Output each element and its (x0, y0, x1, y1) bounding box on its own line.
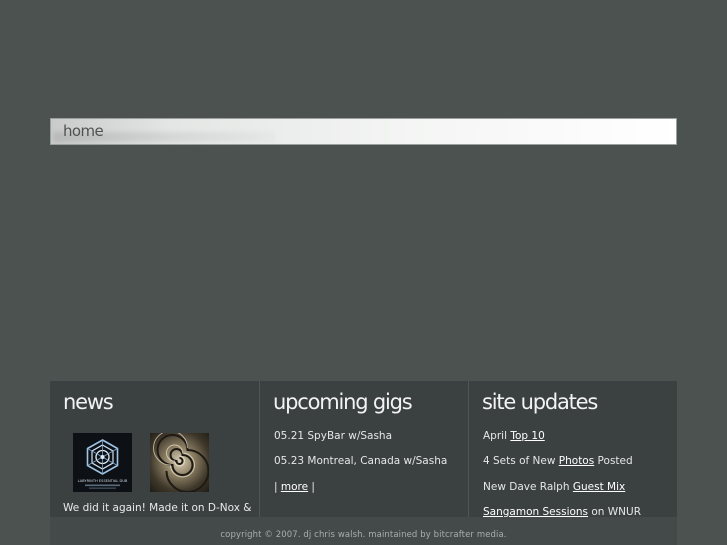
album-cover-1-art: LABYRINTH ESSENTIAL DUB (73, 433, 132, 492)
album-cover-icon[interactable]: LABYRINTH ESSENTIAL DUB (73, 433, 132, 492)
guest-mix-link[interactable]: Guest Mix (573, 481, 625, 493)
update-text: New Dave Ralph (483, 481, 573, 493)
update-text: April (483, 430, 511, 442)
gig-item: 05.21 SpyBar w/Sasha (274, 430, 393, 442)
updates-panel: site updates April Top 10 4 Sets of New … (468, 381, 677, 518)
more-prefix: | (274, 481, 281, 493)
news-text: We did it again! Made it on D-Nox & (63, 502, 252, 514)
news-heading: news (63, 390, 114, 414)
copyright-text: copyright © 2007. dj chris walsh. mainta… (220, 530, 507, 540)
more-gigs-link[interactable]: more (281, 481, 308, 493)
update-text: 4 Sets of New (483, 455, 559, 467)
top10-link[interactable]: Top 10 (510, 430, 544, 442)
nav-home-link[interactable]: home (63, 122, 104, 140)
gigs-panel: upcoming gigs 05.21 SpyBar w/Sasha 05.23… (259, 381, 468, 517)
bottom-panels: news LABYRINTH ESSENTIAL DUB We did it a… (50, 381, 677, 545)
update-item: April Top 10 (483, 430, 545, 442)
updates-heading: site updates (482, 390, 598, 414)
album-cover-2-art (153, 433, 209, 492)
photos-link[interactable]: Photos (559, 455, 594, 467)
gigs-heading: upcoming gigs (273, 390, 413, 414)
top-nav-bar: home (50, 118, 677, 145)
update-item: 4 Sets of New Photos Posted (483, 455, 633, 467)
update-text: Posted (594, 455, 633, 467)
album1-caption: LABYRINTH ESSENTIAL DUB (78, 479, 128, 483)
update-item: New Dave Ralph Guest Mix (483, 481, 625, 493)
footer: copyright © 2007. dj chris walsh. mainta… (50, 517, 677, 545)
more-suffix: | (308, 481, 315, 493)
news-panel: news LABYRINTH ESSENTIAL DUB We did it a… (50, 381, 258, 517)
gig-item: 05.23 Montreal, Canada w/Sasha (274, 455, 448, 467)
more-line: | more | (274, 481, 315, 493)
album-cover-icon[interactable] (150, 433, 209, 492)
